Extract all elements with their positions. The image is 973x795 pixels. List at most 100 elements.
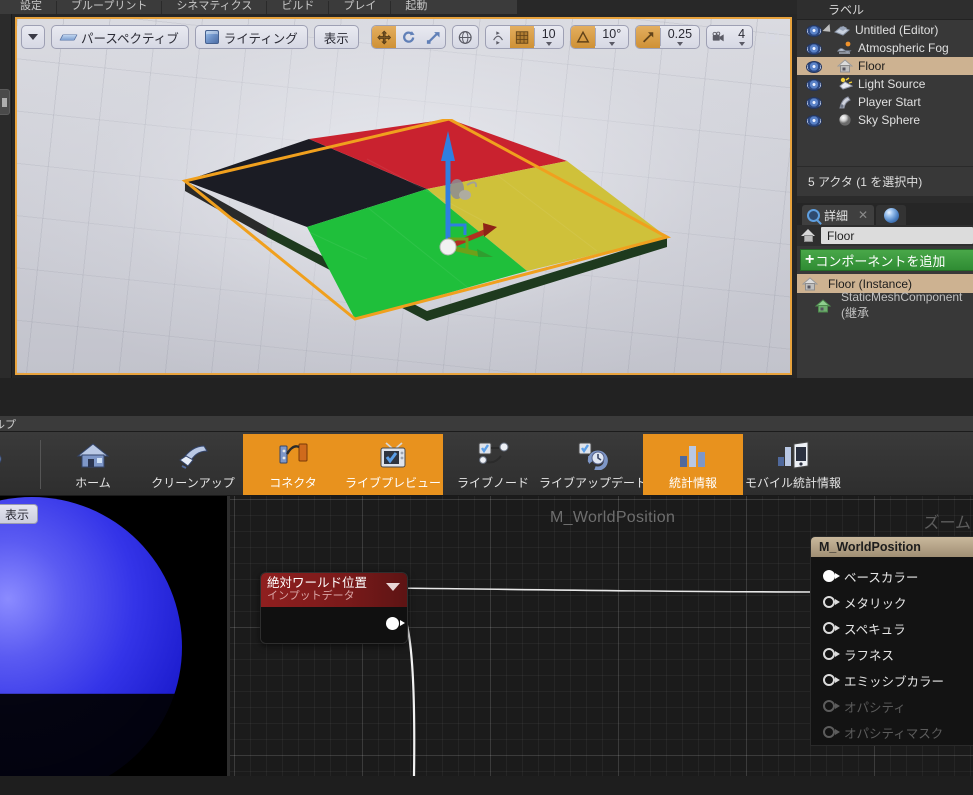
house-icon bbox=[837, 59, 853, 73]
outliner-row[interactable]: Untitled (Editor) bbox=[797, 21, 973, 39]
top-menu-item[interactable]: シネマティクス bbox=[162, 1, 266, 12]
toolbar-icon-wrap bbox=[176, 438, 210, 472]
rotation-snap-value[interactable]: 10° bbox=[595, 28, 628, 46]
top-menu-item[interactable]: ビルド bbox=[267, 1, 328, 12]
outliner-row-label: Atmospheric Fog bbox=[858, 41, 949, 55]
material-toolbar-button[interactable]: コネクタ bbox=[243, 434, 343, 495]
menu-help[interactable]: ルプ bbox=[0, 416, 22, 431]
material-toolbar-button[interactable]: ホーム bbox=[43, 434, 143, 495]
maximize-viewport-button[interactable] bbox=[759, 25, 786, 49]
material-output-pin-row[interactable]: メタリック bbox=[811, 589, 973, 615]
magnifier-info-icon bbox=[807, 208, 820, 222]
output-pin-icon[interactable] bbox=[386, 617, 405, 630]
top-menu-item[interactable]: 設定 bbox=[6, 1, 56, 12]
right-panel-column: ラベル Untitled (Editor) Atmospheric Fog Floo… bbox=[797, 0, 973, 378]
visibility-eye-icon[interactable] bbox=[805, 96, 822, 109]
grid-snap-number: 10 bbox=[541, 27, 556, 42]
material-output-pin-row[interactable]: スペキュラ bbox=[811, 615, 973, 641]
chevron-down-icon[interactable] bbox=[386, 583, 400, 591]
material-output-pin-row[interactable]: ラフネス bbox=[811, 641, 973, 667]
input-pin-icon[interactable] bbox=[823, 622, 840, 634]
close-icon[interactable]: ✕ bbox=[858, 208, 868, 222]
rotate-mode-button[interactable] bbox=[396, 26, 420, 48]
world-space-button[interactable] bbox=[453, 26, 477, 48]
top-menu-item[interactable]: ブループリント bbox=[57, 1, 161, 12]
material-toolbar-button[interactable]: ライブアップデート bbox=[539, 434, 647, 495]
house-green-icon bbox=[815, 298, 831, 312]
visibility-eye-icon[interactable] bbox=[805, 78, 822, 91]
stats-icon bbox=[680, 446, 705, 467]
rotation-snap-button[interactable] bbox=[570, 26, 595, 48]
node-material-output[interactable]: M_WorldPosition ベースカラー メタリック スペキュラ ラフネス エミッシ… bbox=[810, 536, 973, 746]
visibility-eye-icon[interactable] bbox=[805, 114, 822, 127]
house-icon bbox=[801, 229, 816, 242]
outliner-row[interactable]: Floor bbox=[797, 57, 973, 75]
material-output-pin-row[interactable]: ベースカラー bbox=[811, 563, 973, 589]
material-toolbar-label: モバイル統計情報 bbox=[744, 476, 841, 490]
material-toolbar-button[interactable]: ライブノード bbox=[443, 434, 543, 495]
material-output-pin-row[interactable]: オパシティ bbox=[811, 693, 973, 719]
collapsed-panel-tab[interactable] bbox=[0, 89, 10, 115]
binoculars-icon bbox=[0, 454, 2, 464]
input-pin-icon[interactable] bbox=[823, 596, 840, 608]
material-editor-titlebar bbox=[0, 378, 973, 416]
top-menu-item[interactable]: プレイ bbox=[329, 1, 390, 12]
tab-world-settings[interactable] bbox=[876, 205, 907, 225]
material-editor-menubar[interactable]: ルプ bbox=[0, 416, 973, 432]
material-toolbar-button[interactable]: ライブプレビュー bbox=[343, 434, 443, 495]
material-toolbar-label: ライブノード bbox=[456, 476, 529, 490]
show-flags-button[interactable]: 表示 bbox=[313, 25, 359, 49]
visibility-eye-icon[interactable] bbox=[805, 24, 822, 37]
grid-snap-button[interactable] bbox=[509, 26, 534, 48]
component-row[interactable]: StaticMeshComponent (継承 bbox=[797, 290, 973, 320]
material-toolbar-button[interactable]: 検索 bbox=[0, 434, 38, 495]
transform-gizmo[interactable] bbox=[421, 127, 511, 263]
input-pin-icon[interactable] bbox=[823, 570, 840, 582]
node-absolute-world-position[interactable]: 絶対ワールド位置 インプットデータ bbox=[260, 572, 408, 644]
input-pin-icon[interactable] bbox=[823, 726, 840, 738]
input-pin-icon[interactable] bbox=[823, 674, 840, 686]
material-toolbar-button[interactable]: モバイル統計情報 bbox=[743, 434, 843, 495]
material-output-pin-row[interactable]: エミッシブカラー bbox=[811, 667, 973, 693]
material-output-pin-label: ベースカラー bbox=[844, 570, 919, 585]
level-viewport[interactable]: パースペクティブ ライティング 表示 10 10° 0.25 4 bbox=[15, 17, 792, 375]
material-toolbar-button[interactable]: 統計情報 bbox=[643, 434, 743, 495]
camera-speed-button[interactable] bbox=[707, 26, 731, 48]
material-graph-canvas[interactable]: M_WorldPosition ズーム 絶対ワールド位置 インプットデータ M_… bbox=[230, 496, 973, 776]
grid-snap-value[interactable]: 10 bbox=[535, 28, 563, 46]
material-output-pin-label: エミッシブカラー bbox=[844, 674, 945, 689]
viewport-options-button[interactable] bbox=[21, 25, 45, 49]
input-pin-icon[interactable] bbox=[823, 700, 840, 712]
visibility-eye-icon[interactable] bbox=[805, 42, 822, 55]
outliner-row[interactable]: Light Source bbox=[797, 75, 973, 93]
camera-speed-value[interactable]: 4 bbox=[731, 28, 752, 46]
actor-name-field[interactable]: Floor bbox=[821, 227, 973, 244]
material-output-pin-row[interactable]: オパシティマスク bbox=[811, 719, 973, 745]
translate-mode-button[interactable] bbox=[371, 26, 397, 48]
material-output-pin-label: ラフネス bbox=[844, 648, 895, 663]
scale-snap-value[interactable]: 0.25 bbox=[661, 28, 699, 46]
expander-triangle-icon[interactable] bbox=[822, 23, 835, 37]
outliner-row[interactable]: Sky Sphere bbox=[797, 111, 973, 129]
preview-show-button[interactable]: 表示 bbox=[0, 504, 39, 524]
input-pin-icon[interactable] bbox=[823, 648, 840, 660]
perspective-icon bbox=[61, 32, 76, 43]
world-icon bbox=[834, 26, 850, 36]
material-preview-viewport[interactable]: 表示 bbox=[0, 496, 230, 776]
live-preview-icon bbox=[380, 442, 406, 468]
rotation-snap-number: 10° bbox=[602, 27, 622, 42]
view-mode-button[interactable]: ライティング bbox=[194, 25, 308, 49]
top-menu-item[interactable]: 起動 bbox=[391, 1, 441, 12]
outliner-row[interactable]: Player Start bbox=[797, 93, 973, 111]
visibility-eye-icon[interactable] bbox=[805, 60, 822, 73]
scale-snap-button[interactable] bbox=[636, 26, 661, 48]
surface-snap-button[interactable] bbox=[486, 26, 510, 48]
material-toolbar-label: クリーンアップ bbox=[151, 476, 235, 490]
material-toolbar-button[interactable]: クリーンアップ bbox=[143, 434, 243, 495]
camera-mode-button[interactable]: パースペクティブ bbox=[51, 25, 189, 49]
details-tab-label: 詳細 bbox=[824, 208, 849, 223]
tab-details[interactable]: 詳細 ✕ bbox=[802, 205, 875, 225]
scale-mode-button[interactable] bbox=[421, 26, 445, 48]
outliner-row[interactable]: Atmospheric Fog bbox=[797, 39, 973, 57]
add-component-button[interactable]: + コンポーネントを追加 bbox=[800, 249, 973, 271]
